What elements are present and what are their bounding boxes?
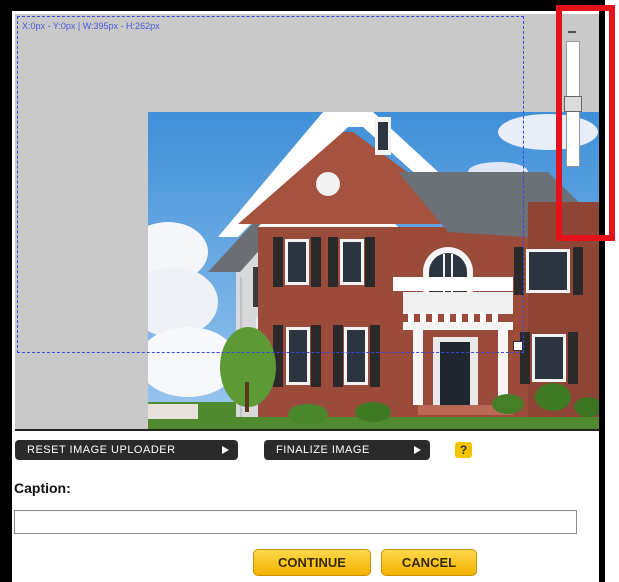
caption-input[interactable]	[14, 510, 577, 534]
crop-resize-handle[interactable]	[513, 341, 523, 351]
continue-button[interactable]: CONTINUE	[253, 549, 371, 576]
reset-image-uploader-button[interactable]: RESET IMAGE UPLOADER	[15, 440, 238, 460]
window-frame-top	[0, 0, 605, 11]
finalize-button-label: FINALIZE IMAGE	[276, 444, 370, 456]
image-crop-editor[interactable]: X:0px - Y:0px | W:395px - H:262px	[15, 14, 599, 431]
finalize-image-button[interactable]: FINALIZE IMAGE	[264, 440, 430, 460]
window-frame-left	[0, 0, 12, 582]
crop-selection-box[interactable]: X:0px - Y:0px | W:395px - H:262px	[17, 16, 524, 353]
help-icon[interactable]: ?	[455, 442, 472, 458]
crop-dimensions-readout: X:0px - Y:0px | W:395px - H:262px	[22, 21, 160, 31]
play-arrow-icon	[222, 446, 229, 454]
caption-label: Caption:	[14, 480, 71, 496]
zoom-highlight-annotation	[556, 5, 615, 241]
reset-button-label: RESET IMAGE UPLOADER	[27, 444, 176, 456]
play-arrow-icon	[414, 446, 421, 454]
cancel-button[interactable]: CANCEL	[381, 549, 477, 576]
